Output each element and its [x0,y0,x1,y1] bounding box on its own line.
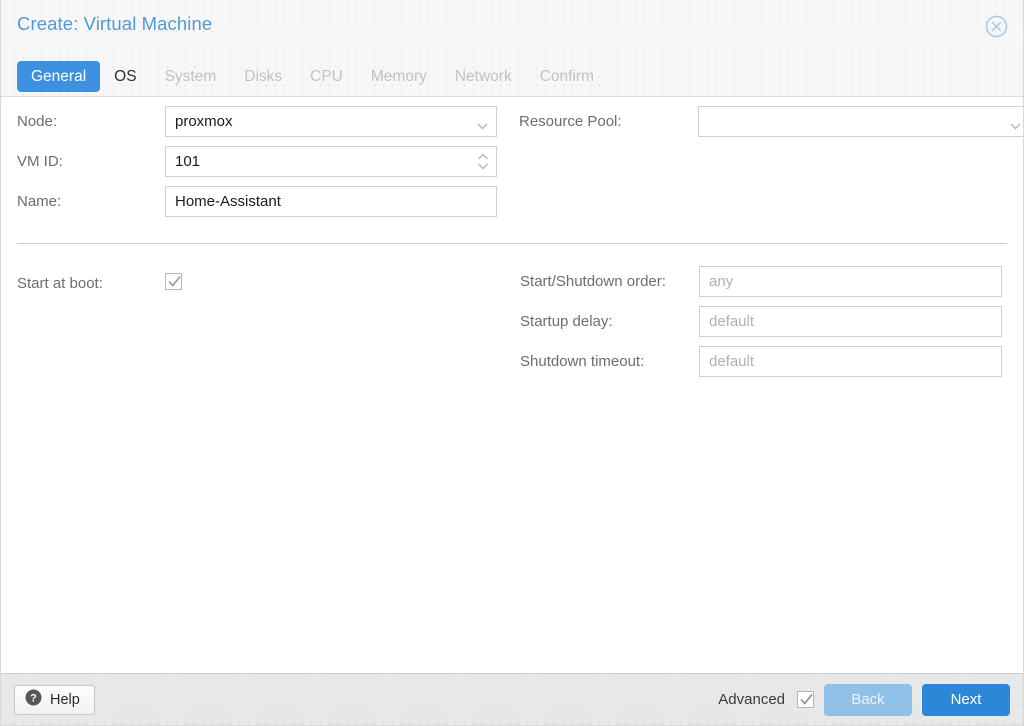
wizard-tabs: General OS System Disks CPU Memory Netwo… [17,61,608,92]
vmid-input[interactable]: 101 [165,146,497,177]
field-node: Node: proxmox [17,106,509,137]
close-circle-icon[interactable] [985,15,1008,38]
section-divider [17,243,1007,244]
create-vm-dialog: Create: Virtual Machine General OS Syste… [0,0,1024,726]
dialog-header: Create: Virtual Machine General OS Syste… [1,0,1023,97]
shutdown-timeout-input[interactable]: default [699,346,1003,377]
startup-delay-input[interactable]: default [699,306,1003,337]
tab-os[interactable]: OS [100,61,150,92]
svg-text:?: ? [30,693,37,705]
name-label: Name: [17,193,62,210]
start-at-boot-checkbox[interactable] [165,273,182,290]
field-start-shutdown-order: Start/Shutdown order: any [520,266,1023,297]
tab-system[interactable]: System [151,61,231,92]
field-resource-pool: Resource Pool: [519,106,1023,137]
node-label: Node: [17,113,58,130]
help-button-label: Help [50,691,80,708]
advanced-label: Advanced [718,691,785,708]
startup-delay-label: Startup delay: [520,313,613,330]
tab-cpu[interactable]: CPU [296,61,357,92]
back-button[interactable]: Back [824,683,912,716]
question-circle-icon: ? [25,689,42,710]
next-button[interactable]: Next [922,683,1010,716]
field-vmid: VM ID: 101 [17,146,509,177]
footer-actions: Advanced Back Next [718,683,1010,716]
tab-network[interactable]: Network [441,61,526,92]
dialog-footer: ? Help Advanced Back Next [1,673,1023,725]
form-column-left: Node: proxmox VM ID: 101 Name: Home-Assi… [1,97,509,226]
tab-confirm[interactable]: Confirm [526,61,608,92]
node-select[interactable]: proxmox [165,106,497,137]
start-shutdown-order-input[interactable]: any [699,266,1003,297]
form-top-section: Node: proxmox VM ID: 101 Name: Home-Assi… [1,97,1023,226]
boot-column-right: Start/Shutdown order: any Startup delay:… [510,257,1023,386]
shutdown-timeout-label: Shutdown timeout: [520,353,645,370]
resource-pool-select[interactable] [698,106,1023,137]
start-at-boot-label: Start at boot: [17,275,103,292]
advanced-checkbox[interactable] [797,691,814,708]
resource-pool-label: Resource Pool: [519,113,622,130]
form-bottom-section: Start at boot: Start/Shutdown order: any… [1,257,1023,386]
form-column-right: Resource Pool: [509,97,1023,226]
start-shutdown-order-label: Start/Shutdown order: [520,273,666,290]
help-button[interactable]: ? Help [14,684,95,715]
dialog-title: Create: Virtual Machine [17,13,213,34]
boot-column-left: Start at boot: [1,257,510,386]
field-start-at-boot: Start at boot: [17,266,510,293]
name-input[interactable]: Home-Assistant [165,186,497,217]
field-shutdown-timeout: Shutdown timeout: default [520,346,1023,377]
field-startup-delay: Startup delay: default [520,306,1023,337]
field-name: Name: Home-Assistant [17,186,509,217]
tab-memory[interactable]: Memory [357,61,441,92]
tab-disks[interactable]: Disks [230,61,296,92]
dialog-body: Node: proxmox VM ID: 101 Name: Home-Assi… [1,97,1023,673]
vmid-label: VM ID: [17,153,63,170]
tab-general[interactable]: General [17,61,101,92]
